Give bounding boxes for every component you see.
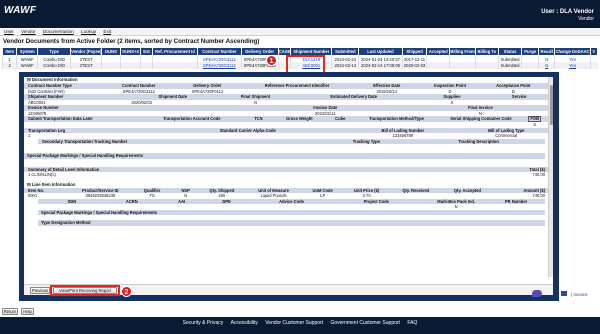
menu-documentation[interactable]: Documentation: [43, 28, 74, 36]
footer-link-vendor-support[interactable]: Vendor Customer Support: [265, 320, 323, 326]
col-submitted[interactable]: Submitted: [331, 47, 360, 56]
col-system[interactable]: System: [16, 47, 39, 56]
main-menu: User Vendor Documentation Lookup Exit: [0, 28, 600, 36]
view-print-highlight-box: [50, 285, 120, 296]
line-item-sub-value-row: N: [454, 204, 458, 209]
menu-user[interactable]: User: [4, 28, 14, 36]
type-designation-bar: Type Designation Method: [38, 220, 545, 226]
document-detail-modal: ⊟ Document Information Contract Number T…: [24, 77, 553, 295]
col-purge[interactable]: Purge: [521, 47, 539, 56]
top-banner: WAWF User : DLA Vendor Vendor: [0, 0, 600, 28]
contract-link[interactable]: SPE4A720G3112: [197, 55, 242, 62]
page-title: Vendor Documents from Active Folder (2 i…: [3, 38, 260, 45]
col-shipped[interactable]: Shipped: [401, 47, 428, 56]
col-billing-to[interactable]: Billing To: [474, 47, 499, 56]
summary-value-row: 1 CLIN/SLIN(s) 740.00: [28, 172, 545, 177]
col-duns[interactable]: DUNS: [101, 47, 121, 56]
col-duns4[interactable]: DUNS+4: [119, 47, 142, 56]
col-accepted[interactable]: Accepted: [426, 47, 451, 56]
tracking-header-row: Secondary Transportation Tracking Number…: [38, 138, 545, 144]
collapse-icon[interactable]: ⊟: [27, 182, 31, 187]
previous-button[interactable]: Previous: [30, 286, 50, 294]
collapse-icon[interactable]: ⊟: [27, 77, 31, 82]
scrollbar-thumb[interactable]: [550, 85, 553, 125]
help-button[interactable]: Help: [21, 308, 34, 315]
col-ref-proc[interactable]: Ref. Procurement Id: [151, 47, 199, 56]
col-updated[interactable]: Last Updated: [358, 47, 403, 56]
return-button[interactable]: Return: [2, 308, 18, 315]
col-ext[interactable]: Ext: [140, 47, 153, 56]
contract-link[interactable]: SPE4A720G3112: [197, 62, 242, 69]
step-badge-1: 1: [266, 55, 277, 66]
footer-link-government-support[interactable]: Government Customer Support: [330, 320, 399, 326]
col-v[interactable]: V: [589, 47, 599, 56]
scroll-top-icon[interactable]: [561, 291, 567, 296]
app-logo: WAWF: [4, 5, 37, 16]
menu-vendor[interactable]: Vendor: [21, 28, 36, 36]
footer: Security & Privacy Accessibility Vendor …: [0, 317, 600, 334]
col-vendor[interactable]: Vendor (Payee): [70, 47, 103, 56]
col-type[interactable]: Type: [37, 47, 72, 56]
menu-lookup[interactable]: Lookup: [81, 28, 96, 36]
footer-link-security[interactable]: Security & Privacy: [183, 320, 224, 326]
footer-link-accessibility[interactable]: Accessibility: [231, 320, 258, 326]
user-name: User : DLA Vendor: [541, 9, 594, 15]
user-info: User : DLA Vendor Vendor: [541, 9, 594, 23]
user-role: Vendor: [578, 16, 594, 22]
step-badge-2: 2: [121, 286, 132, 297]
col-recall[interactable]: Recall: [537, 47, 556, 56]
menu-exit[interactable]: Exit: [103, 28, 111, 36]
col-status[interactable]: Status: [497, 47, 523, 56]
col-contract[interactable]: Contract Number: [197, 47, 242, 56]
recall-link[interactable]: N: [537, 62, 555, 69]
col-billing-from[interactable]: Billing From: [449, 47, 476, 56]
col-change-dodaac[interactable]: Change DoDAAC: [554, 47, 591, 56]
footer-link-faq[interactable]: FAQ: [407, 320, 417, 326]
change-dodaac-link[interactable]: Yes: [554, 62, 591, 69]
modal-scrollbar[interactable]: [548, 77, 553, 277]
chat-icon[interactable]: [532, 290, 542, 297]
invoice-link[interactable]: | Invoice: [571, 292, 588, 297]
col-item[interactable]: Item: [1, 47, 18, 56]
